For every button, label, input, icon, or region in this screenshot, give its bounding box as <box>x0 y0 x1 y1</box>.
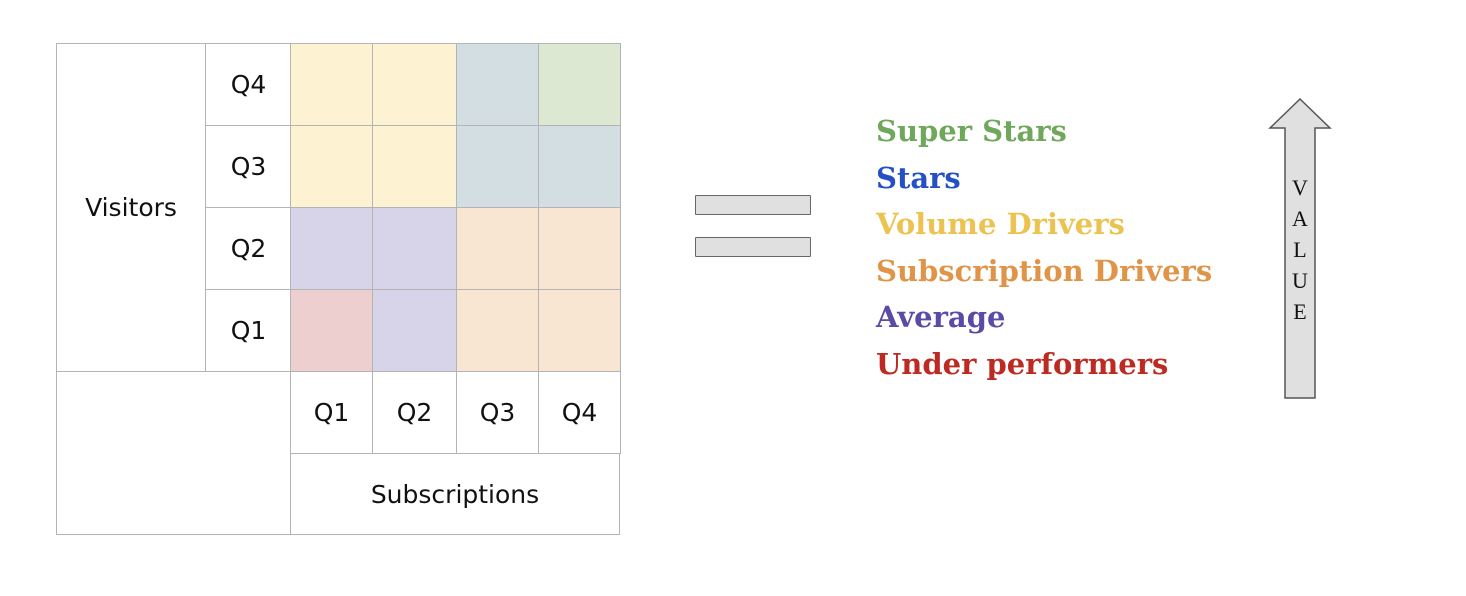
legend-item: Volume Drivers <box>876 207 1125 241</box>
value-matrix: Visitors Subscriptions Q4 Q3 Q2 Q1 Q1 Q2 Q3 Q4 <box>56 43 621 535</box>
matrix-cell <box>372 289 457 372</box>
matrix-cell <box>290 289 373 372</box>
matrix-cell <box>456 207 539 290</box>
matrix-cell <box>372 125 457 208</box>
equals-bar-top <box>695 195 811 215</box>
x-axis-label: Subscriptions <box>290 453 620 535</box>
arrow-letter: V <box>1292 175 1308 200</box>
legend-item: Average <box>876 300 1006 334</box>
column-label: Q3 <box>456 371 539 454</box>
arrow-letter: A <box>1292 206 1308 231</box>
legend-item: Subscription Drivers <box>876 253 1213 288</box>
row-label: Q3 <box>205 125 292 208</box>
row-label: Q2 <box>205 207 292 290</box>
legend-item: Stars <box>876 160 961 195</box>
y-axis-label: Visitors <box>56 43 206 372</box>
equals-bar-bottom <box>695 237 811 257</box>
matrix-cell <box>538 125 621 208</box>
matrix-cell <box>456 43 539 126</box>
column-label: Q2 <box>372 371 457 454</box>
legend-item: Super Stars <box>876 114 1067 148</box>
column-label: Q4 <box>538 371 621 454</box>
matrix-cell <box>290 207 373 290</box>
matrix-cell <box>538 289 621 372</box>
bottom-left-blank <box>56 371 291 535</box>
matrix-cell <box>456 289 539 372</box>
value-arrow-label: VALUE <box>1285 172 1315 327</box>
category-legend: Super Stars Stars Volume Drivers Subscripti… <box>876 108 1212 387</box>
matrix-cell <box>456 125 539 208</box>
matrix-cell <box>372 43 457 126</box>
arrow-letter: U <box>1292 268 1308 293</box>
matrix-cell <box>538 43 621 126</box>
matrix-cell <box>290 125 373 208</box>
matrix-cell <box>290 43 373 126</box>
row-label: Q4 <box>205 43 292 126</box>
column-label: Q1 <box>290 371 373 454</box>
matrix-cell <box>538 207 621 290</box>
row-label: Q1 <box>205 289 292 372</box>
arrow-letter: L <box>1293 237 1307 262</box>
legend-item: Under performers <box>876 346 1169 381</box>
matrix-cell <box>372 207 457 290</box>
arrow-letter: E <box>1293 299 1307 324</box>
